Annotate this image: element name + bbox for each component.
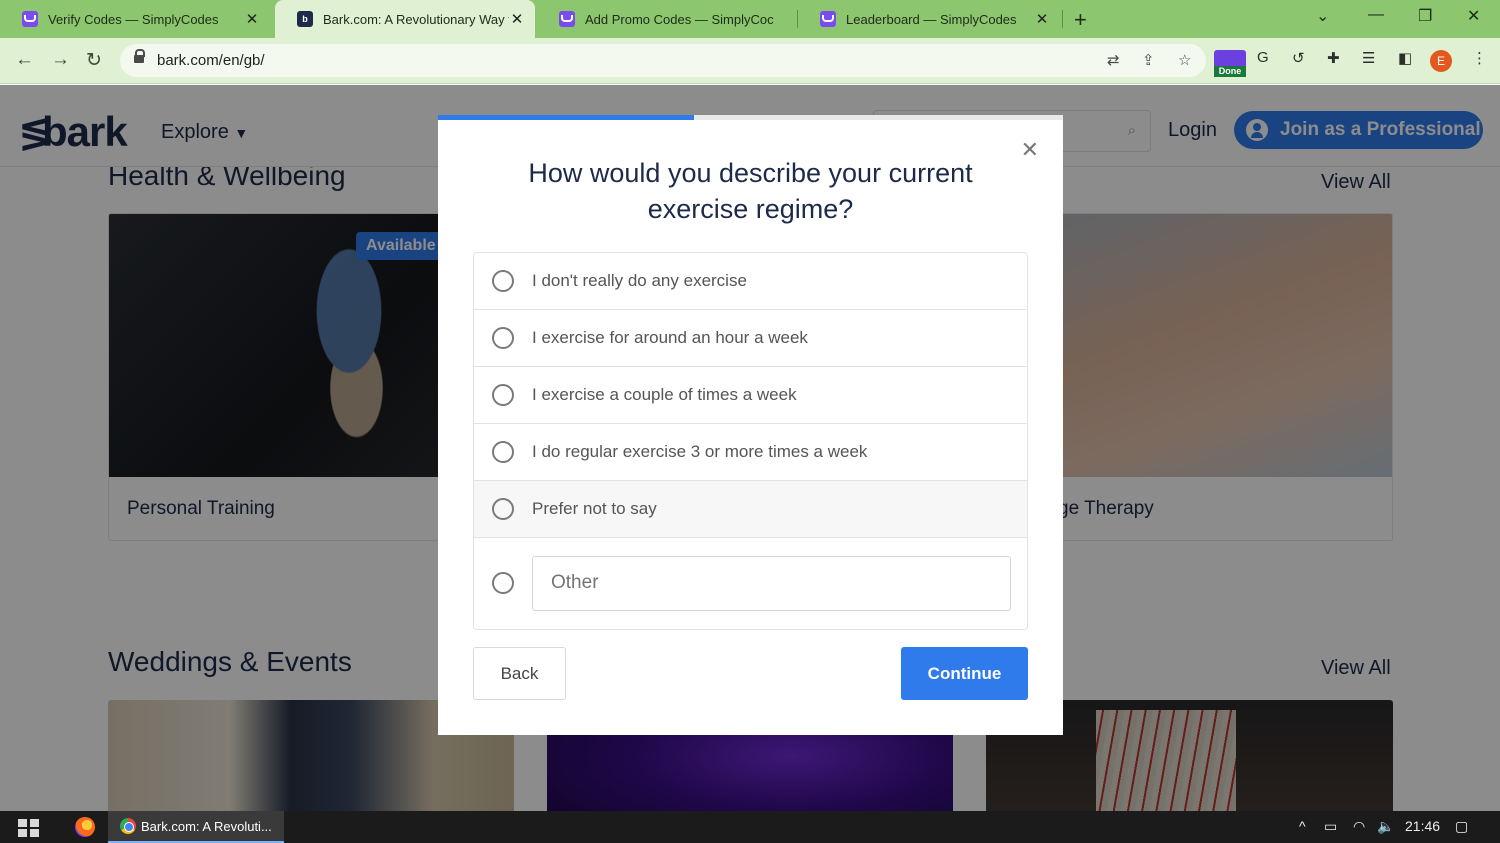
battery-icon[interactable]: ▭: [1324, 818, 1337, 835]
clock[interactable]: 21:46: [1405, 818, 1440, 834]
close-icon[interactable]: ✕: [1021, 139, 1039, 161]
option-hour-a-week[interactable]: I exercise for around an hour a week: [474, 310, 1027, 367]
extension-badge: Done: [1214, 66, 1246, 77]
reading-list-icon[interactable]: ☰: [1362, 49, 1375, 67]
browser-tab-verify-codes[interactable]: Verify Codes — SimplyCodes ✕: [0, 0, 270, 38]
other-text-input[interactable]: [532, 555, 1011, 611]
address-bar[interactable]: bark.com/en/gb/ ⇄ ⇪ ☆: [120, 44, 1206, 77]
continue-button[interactable]: Continue: [901, 647, 1028, 700]
option-label: Prefer not to say: [532, 499, 657, 518]
question-title: How would you describe your current exer…: [528, 158, 973, 224]
tab-title: Add Promo Codes — SimplyCoc: [585, 11, 774, 27]
taskbar-chrome-window[interactable]: Bark.com: A Revoluti...: [108, 811, 284, 843]
tab-title: Leaderboard — SimplyCodes: [846, 11, 1017, 27]
browser-tab-strip: Verify Codes — SimplyCodes ✕ b Bark.com:…: [0, 0, 1500, 38]
google-translate-extension-icon[interactable]: G: [1257, 49, 1269, 66]
radio-button[interactable]: [492, 441, 514, 463]
option-regular-exercise[interactable]: I do regular exercise 3 or more times a …: [474, 424, 1027, 481]
option-label: I exercise a couple of times a week: [532, 385, 797, 404]
new-tab-icon[interactable]: +: [1074, 7, 1087, 33]
radio-button[interactable]: [492, 384, 514, 406]
extension-done-icon[interactable]: Done: [1214, 50, 1246, 77]
close-tab-icon[interactable]: ✕: [1034, 10, 1050, 28]
tab-search-chevron-icon[interactable]: ⌄: [1316, 6, 1329, 26]
radio-button[interactable]: [492, 572, 514, 594]
option-prefer-not-to-say[interactable]: Prefer not to say: [474, 481, 1027, 538]
bark-favicon-icon: b: [297, 11, 313, 27]
tray-chevron-up-icon[interactable]: ^: [1299, 818, 1306, 834]
translate-icon[interactable]: ⇄: [1107, 51, 1120, 69]
share-icon[interactable]: ⇪: [1142, 51, 1155, 69]
browser-menu-icon[interactable]: ⋮: [1472, 49, 1487, 67]
chrome-icon: [120, 818, 136, 834]
wifi-icon[interactable]: ◠: [1353, 818, 1365, 835]
option-other[interactable]: [474, 538, 1027, 628]
extensions-puzzle-icon[interactable]: ✚: [1327, 49, 1340, 67]
forward-arrow-icon[interactable]: →: [51, 49, 70, 71]
back-button[interactable]: Back: [473, 647, 566, 700]
firefox-icon[interactable]: [75, 817, 95, 837]
windows-taskbar: Bark.com: A Revoluti... ^ ▭ ◠ 🔈 21:46 ▢: [0, 811, 1500, 843]
progress-fill: [438, 115, 695, 120]
radio-button[interactable]: [492, 498, 514, 520]
progress-bar: [438, 115, 1063, 120]
tab-separator: [1062, 10, 1063, 28]
tab-title: Bark.com: A Revolutionary Way t: [323, 11, 509, 27]
lock-icon[interactable]: [134, 49, 145, 65]
answer-options: I don't really do any exercise I exercis…: [473, 252, 1028, 630]
tab-title: Verify Codes — SimplyCodes: [48, 11, 219, 27]
volume-icon[interactable]: 🔈: [1377, 818, 1394, 835]
simplycodes-favicon-icon: [22, 11, 38, 27]
browser-tab-add-promo-codes[interactable]: Add Promo Codes — SimplyCoc: [537, 0, 795, 38]
option-label: I don't really do any exercise: [532, 271, 747, 290]
reload-icon[interactable]: ↻: [86, 49, 102, 72]
option-couple-times-week[interactable]: I exercise a couple of times a week: [474, 367, 1027, 424]
close-tab-icon[interactable]: ✕: [509, 10, 525, 28]
side-panel-icon[interactable]: ◧: [1398, 49, 1412, 67]
notifications-icon[interactable]: ▢: [1455, 818, 1468, 835]
option-no-exercise[interactable]: I don't really do any exercise: [474, 253, 1027, 310]
url-text[interactable]: bark.com/en/gb/: [157, 52, 265, 69]
browser-toolbar: ← → ↻ bark.com/en/gb/ ⇄ ⇪ ☆: [0, 38, 1500, 84]
restore-window-icon[interactable]: ❐: [1418, 6, 1432, 26]
simplycodes-favicon-icon: [820, 11, 836, 27]
radio-button[interactable]: [492, 270, 514, 292]
close-tab-icon[interactable]: ✕: [244, 10, 260, 28]
bookmark-star-icon[interactable]: ☆: [1178, 51, 1191, 69]
browser-tab-leaderboard[interactable]: Leaderboard — SimplyCodes ✕: [798, 0, 1060, 38]
back-arrow-icon[interactable]: ←: [15, 49, 34, 71]
question-dialog: ✕ How would you describe your current ex…: [438, 115, 1063, 735]
simplycodes-favicon-icon: [559, 11, 575, 27]
option-label: I exercise for around an hour a week: [532, 328, 808, 347]
option-label: I do regular exercise 3 or more times a …: [532, 442, 868, 461]
radio-button[interactable]: [492, 327, 514, 349]
profile-avatar[interactable]: E: [1430, 50, 1452, 72]
taskbar-window-title: Bark.com: A Revoluti...: [141, 818, 272, 834]
sync-extension-icon[interactable]: ↺: [1292, 49, 1305, 67]
close-window-icon[interactable]: ✕: [1467, 6, 1480, 26]
minimize-window-icon[interactable]: —: [1368, 6, 1384, 24]
start-button-icon[interactable]: [18, 819, 40, 837]
browser-tab-bark[interactable]: b Bark.com: A Revolutionary Way t ✕: [275, 0, 535, 38]
